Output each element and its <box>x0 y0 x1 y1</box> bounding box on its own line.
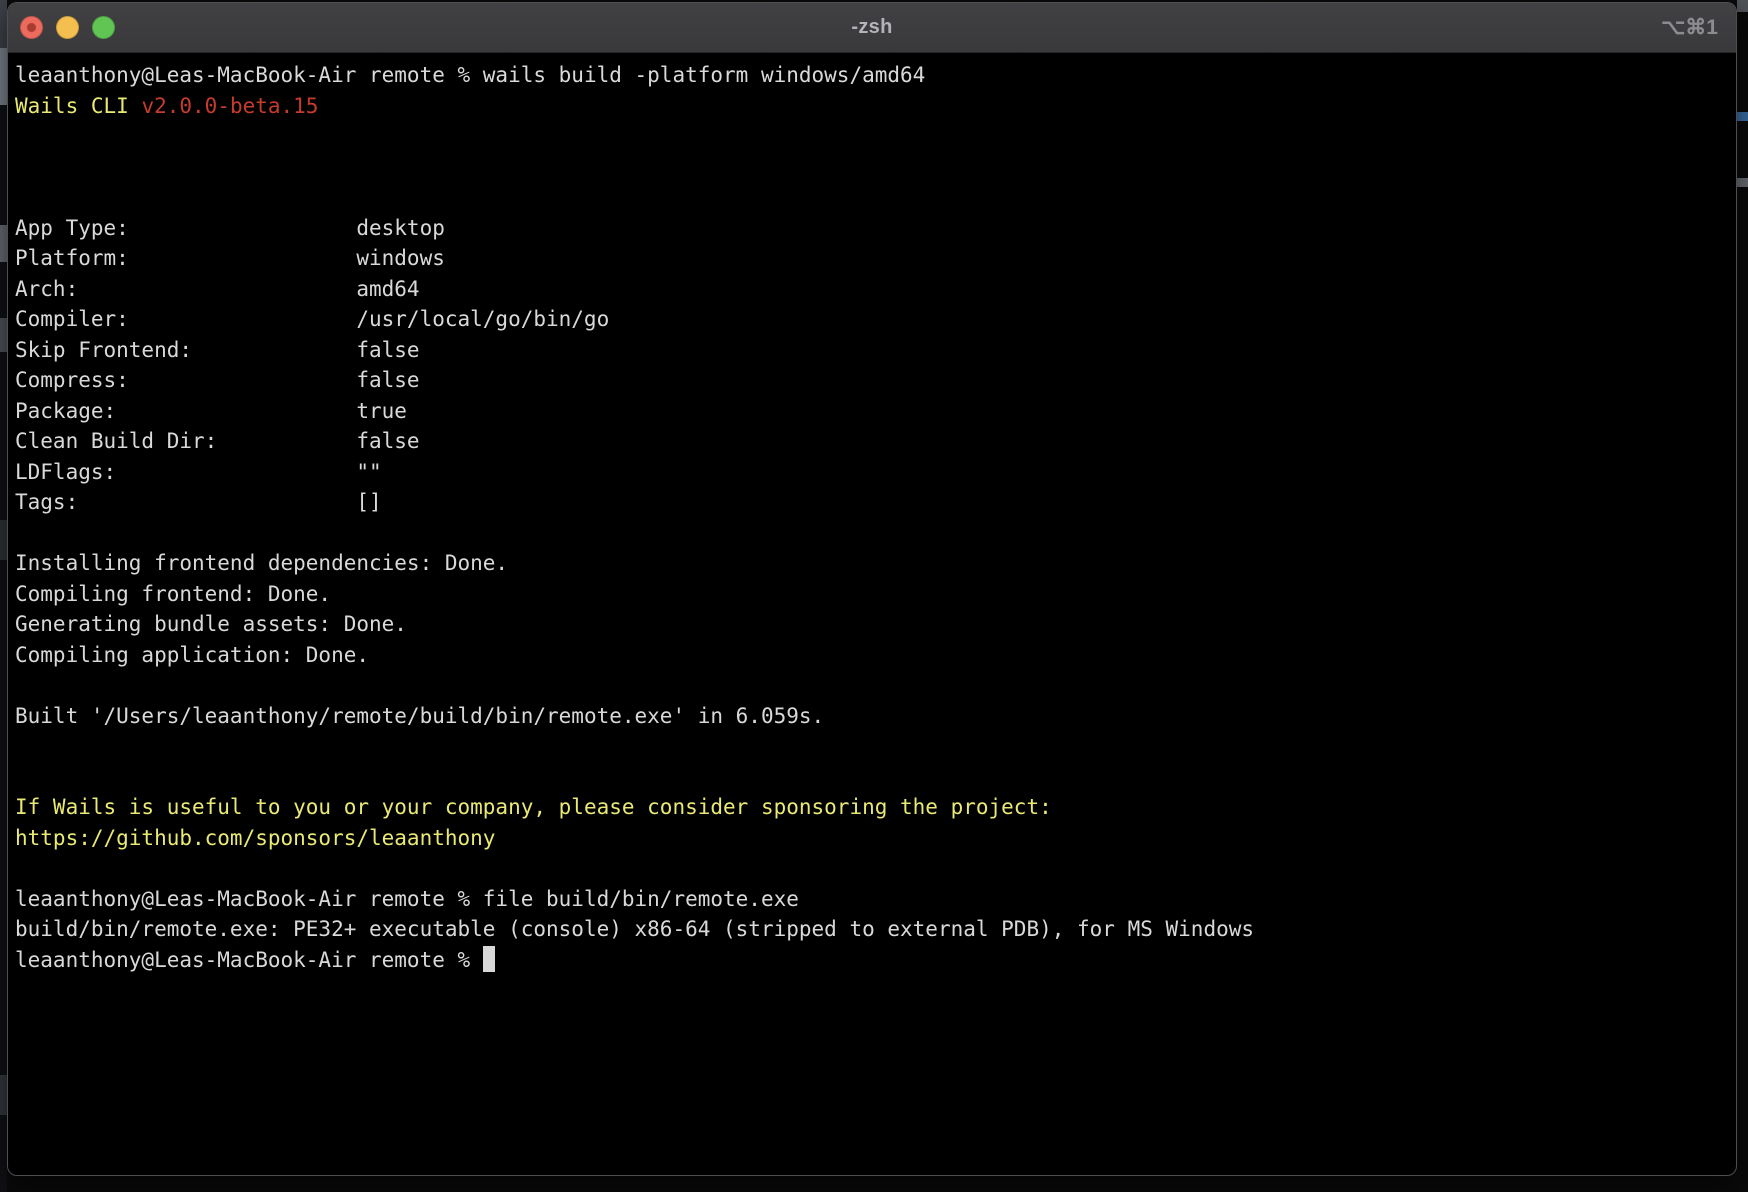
terminal-line: Compiling application: Done. <box>15 640 1726 671</box>
terminal-line: If Wails is useful to you or your compan… <box>15 792 1726 823</box>
zoom-button[interactable] <box>92 16 115 39</box>
terminal-text: Skip Frontend: <box>15 335 356 366</box>
terminal-line: App Type:desktop <box>15 213 1726 244</box>
background-fragment <box>1737 178 1748 187</box>
terminal-line: Wails CLI v2.0.0-beta.15 <box>15 91 1726 122</box>
terminal-line: Compress:false <box>15 365 1726 396</box>
terminal-line <box>15 762 1726 793</box>
window-title: -zsh <box>851 16 892 39</box>
terminal-line: Tags:[] <box>15 487 1726 518</box>
titlebar[interactable]: -zsh ⌥⌘1 <box>8 3 1736 53</box>
terminal-line <box>15 853 1726 884</box>
terminal-text: amd64 <box>356 277 419 301</box>
terminal-text: "" <box>356 460 381 484</box>
background-fragment <box>0 1075 7 1115</box>
terminal-window: -zsh ⌥⌘1 leaanthony@Leas-MacBook-Air rem… <box>7 2 1737 1176</box>
terminal-body[interactable]: leaanthony@Leas-MacBook-Air remote % wai… <box>8 53 1736 975</box>
terminal-line <box>15 152 1726 183</box>
terminal-line: https://github.com/sponsors/leaanthony <box>15 823 1726 854</box>
terminal-text: Compiler: <box>15 304 356 335</box>
terminal-text: Installing frontend dependencies: Done. <box>15 551 508 575</box>
terminal-text: If Wails is useful to you or your compan… <box>15 795 1052 819</box>
keyboard-shortcut-badge: ⌥⌘1 <box>1661 3 1718 52</box>
terminal-line: build/bin/remote.exe: PE32+ executable (… <box>15 914 1726 945</box>
terminal-line <box>15 518 1726 549</box>
background-fragment <box>0 318 7 352</box>
terminal-text: https://github.com/sponsors/leaanthony <box>15 826 495 850</box>
terminal-text: false <box>356 429 419 453</box>
background-window-edge-left <box>0 0 7 1192</box>
terminal-text: false <box>356 338 419 362</box>
terminal-text: Built '/Users/leaanthony/remote/build/bi… <box>15 704 824 728</box>
terminal-text: Compress: <box>15 365 356 396</box>
terminal-text: v2.0.0-beta.15 <box>141 94 318 118</box>
terminal-line: Arch:amd64 <box>15 274 1726 305</box>
terminal-text: leaanthony@Leas-MacBook-Air remote % fil… <box>15 887 799 911</box>
minimize-button[interactable] <box>56 16 79 39</box>
close-button[interactable] <box>20 16 43 39</box>
terminal-line <box>15 182 1726 213</box>
terminal-text: Platform: <box>15 243 356 274</box>
terminal-line: leaanthony@Leas-MacBook-Air remote % <box>15 945 1726 976</box>
background-fragment <box>0 0 7 48</box>
terminal-text: windows <box>356 246 445 270</box>
terminal-line: leaanthony@Leas-MacBook-Air remote % fil… <box>15 884 1726 915</box>
terminal-line: Package:true <box>15 396 1726 427</box>
terminal-text: Clean Build Dir: <box>15 426 356 457</box>
terminal-text: false <box>356 368 419 392</box>
terminal-line: Compiler:/usr/local/go/bin/go <box>15 304 1726 335</box>
terminal-line: LDFlags:"" <box>15 457 1726 488</box>
background-fragment <box>0 225 7 262</box>
terminal-text: true <box>356 399 407 423</box>
terminal-line: Skip Frontend:false <box>15 335 1726 366</box>
terminal-text: Compiling frontend: Done. <box>15 582 331 606</box>
background-fragment <box>1737 112 1748 121</box>
background-fragment <box>0 520 7 560</box>
background-fragment <box>1737 0 1748 12</box>
terminal-line: Installing frontend dependencies: Done. <box>15 548 1726 579</box>
text-cursor <box>483 946 496 972</box>
traffic-lights <box>20 3 115 52</box>
background-window-edge-right <box>1737 0 1748 1192</box>
terminal-text: build/bin/remote.exe: PE32+ executable (… <box>15 917 1254 941</box>
terminal-line <box>15 670 1726 701</box>
terminal-text: desktop <box>356 216 445 240</box>
terminal-text: leaanthony@Leas-MacBook-Air remote % wai… <box>15 63 925 87</box>
terminal-text: App Type: <box>15 213 356 244</box>
background-fragment <box>0 48 7 105</box>
terminal-line: Platform:windows <box>15 243 1726 274</box>
terminal-text: /usr/local/go/bin/go <box>356 307 609 331</box>
terminal-text: Package: <box>15 396 356 427</box>
terminal-line <box>15 121 1726 152</box>
terminal-text: Tags: <box>15 487 356 518</box>
terminal-text: Arch: <box>15 274 356 305</box>
terminal-line: Generating bundle assets: Done. <box>15 609 1726 640</box>
terminal-text: [] <box>356 490 381 514</box>
terminal-text: Wails CLI <box>15 94 141 118</box>
terminal-line: Compiling frontend: Done. <box>15 579 1726 610</box>
terminal-text: leaanthony@Leas-MacBook-Air remote % <box>15 948 483 972</box>
terminal-line: leaanthony@Leas-MacBook-Air remote % wai… <box>15 60 1726 91</box>
terminal-text: LDFlags: <box>15 457 356 488</box>
terminal-line <box>15 731 1726 762</box>
terminal-line: Clean Build Dir:false <box>15 426 1726 457</box>
terminal-text: Compiling application: Done. <box>15 643 369 667</box>
terminal-text: Generating bundle assets: Done. <box>15 612 407 636</box>
terminal-line: Built '/Users/leaanthony/remote/build/bi… <box>15 701 1726 732</box>
